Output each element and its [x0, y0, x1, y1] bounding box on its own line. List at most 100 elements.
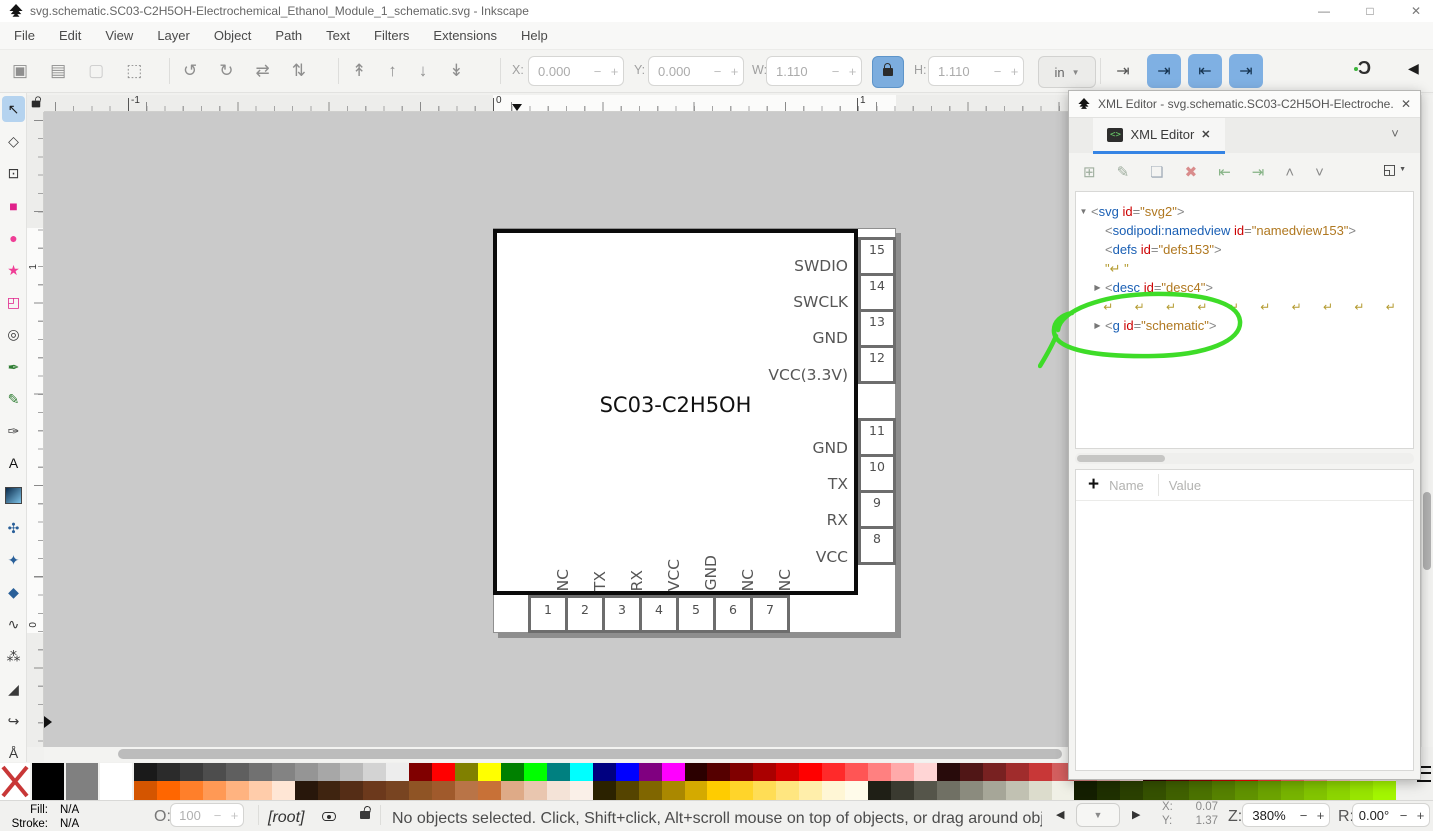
- menu-view[interactable]: View: [93, 28, 145, 43]
- palette-swatch[interactable]: [66, 763, 98, 800]
- palette-swatch[interactable]: [100, 763, 132, 800]
- palette-swatch[interactable]: [134, 763, 157, 781]
- palette-swatch[interactable]: [478, 763, 501, 781]
- spiral-tool[interactable]: ◎: [2, 321, 25, 347]
- rectangle-tool[interactable]: ■: [2, 193, 25, 219]
- rotate-ccw-icon[interactable]: ↺: [183, 61, 197, 81]
- pin-box-15[interactable]: 15: [858, 237, 896, 276]
- menu-object[interactable]: Object: [202, 28, 264, 43]
- palette-swatch[interactable]: [730, 763, 753, 781]
- palette-swatch[interactable]: [134, 781, 157, 800]
- palette-swatch[interactable]: [272, 781, 295, 800]
- delete-node-icon[interactable]: ✖: [1185, 163, 1198, 181]
- palette-swatch[interactable]: [318, 781, 341, 800]
- xml-tree-row[interactable]: ▶<g id="schematic">: [1076, 316, 1413, 335]
- palette-swatch[interactable]: [776, 781, 799, 800]
- width-field[interactable]: 1.110 − +: [766, 56, 862, 86]
- palette-swatch[interactable]: [432, 763, 455, 781]
- palette-swatch[interactable]: [593, 763, 616, 781]
- plus-stepper[interactable]: +: [844, 64, 861, 79]
- palette-swatch[interactable]: [295, 781, 318, 800]
- palette-swatch[interactable]: [203, 763, 226, 781]
- xml-editor-panel[interactable]: XML Editor - svg.schematic.SC03-C2H5OH-E…: [1068, 90, 1421, 780]
- lower-to-bottom-icon[interactable]: ↡: [449, 61, 463, 81]
- palette-swatch[interactable]: [455, 781, 478, 800]
- new-text-node-icon[interactable]: ✎: [1117, 163, 1130, 181]
- pin-box-13[interactable]: 13: [858, 309, 896, 348]
- ruler-corner[interactable]: [27, 95, 44, 112]
- expander-icon[interactable]: ▶: [1090, 321, 1105, 330]
- xml-tree-row[interactable]: ▶<desc id="desc4">: [1076, 278, 1413, 297]
- palette-swatch[interactable]: [157, 781, 180, 800]
- xml-tree-row[interactable]: <defs id="defs153">: [1076, 240, 1413, 259]
- gradient-tool[interactable]: [2, 482, 25, 508]
- palette-swatch[interactable]: [1281, 781, 1304, 800]
- y-field-value[interactable]: 0.000: [649, 64, 709, 79]
- palette-swatch[interactable]: [501, 781, 524, 800]
- palette-swatch[interactable]: [1350, 781, 1373, 800]
- xml-tree-row[interactable]: ▼<svg id="svg2">: [1076, 202, 1413, 221]
- eraser-tool[interactable]: ◢: [2, 676, 25, 702]
- pin-box-8[interactable]: 8: [858, 526, 896, 565]
- pin-box-6[interactable]: 6: [713, 595, 753, 633]
- palette-swatch[interactable]: [180, 781, 203, 800]
- palette-swatch[interactable]: [593, 781, 616, 800]
- xml-tree-row[interactable]: "↵ ↵ ↵ ↵ ↵ ↵ ↵ ↵ ↵ ↵ ↵ ↵ ↵ ↵ ↵ ↵ ↵: [1076, 297, 1413, 316]
- pen-tool[interactable]: ✒: [2, 354, 25, 380]
- unit-dropdown[interactable]: in ▼: [1038, 56, 1096, 88]
- pin-box-14[interactable]: 14: [858, 273, 896, 312]
- add-attribute-button[interactable]: +: [1076, 474, 1109, 496]
- palette-swatch[interactable]: [937, 781, 960, 800]
- close-icon[interactable]: ✕: [1401, 97, 1411, 111]
- minus-stepper[interactable]: −: [209, 808, 226, 823]
- canvas-horizontal-scrollbar-thumb[interactable]: [118, 749, 1062, 759]
- calligraphy-tool[interactable]: ✑: [2, 418, 25, 444]
- palette-swatch[interactable]: [1373, 781, 1396, 800]
- palette-swatch[interactable]: [1304, 781, 1327, 800]
- palette-swatch[interactable]: [409, 763, 432, 781]
- palette-swatch[interactable]: [753, 763, 776, 781]
- palette-swatch[interactable]: [616, 763, 639, 781]
- palette-swatch[interactable]: [822, 763, 845, 781]
- x-field-value[interactable]: 0.000: [529, 64, 589, 79]
- palette-swatch[interactable]: [524, 763, 547, 781]
- star-tool[interactable]: ★: [2, 257, 25, 283]
- palette-swatch[interactable]: [707, 781, 730, 800]
- minus-stepper[interactable]: −: [827, 64, 844, 79]
- plus-stepper[interactable]: +: [1312, 808, 1329, 823]
- close-button[interactable]: ✕: [1396, 0, 1433, 22]
- palette-swatch[interactable]: [1189, 781, 1212, 800]
- palette-swatch[interactable]: [914, 763, 937, 781]
- pin-box-3[interactable]: 3: [602, 595, 642, 633]
- rotation-value[interactable]: 0.00°: [1353, 808, 1395, 823]
- select-all-icon[interactable]: ▣: [12, 61, 28, 81]
- close-tab-icon[interactable]: ✕: [1201, 128, 1210, 141]
- palette-swatch[interactable]: [1029, 763, 1052, 781]
- palette-swatch[interactable]: [386, 763, 409, 781]
- palette-swatch[interactable]: [707, 763, 730, 781]
- palette-swatch[interactable]: [547, 781, 570, 800]
- flip-vertical-icon[interactable]: ⇅: [292, 61, 306, 81]
- dropper-tool[interactable]: ✦: [2, 547, 25, 573]
- palette-swatch[interactable]: [455, 763, 478, 781]
- prev-keyframe-icon[interactable]: ◀: [1056, 808, 1064, 821]
- selector-tool[interactable]: ↖: [2, 96, 25, 122]
- palette-swatch[interactable]: [570, 781, 593, 800]
- indent-node-icon[interactable]: ⇥: [1252, 163, 1265, 181]
- palette-swatch[interactable]: [1258, 781, 1281, 800]
- palette-swatch[interactable]: [180, 763, 203, 781]
- minus-stepper[interactable]: −: [989, 64, 1006, 79]
- palette-swatch[interactable]: [1143, 781, 1166, 800]
- node-tool[interactable]: ◇: [2, 128, 25, 154]
- tab-xml-editor[interactable]: <> XML Editor ✕: [1093, 118, 1225, 154]
- plus-stepper[interactable]: +: [1412, 808, 1429, 823]
- palette-swatch[interactable]: [799, 763, 822, 781]
- menu-path[interactable]: Path: [263, 28, 314, 43]
- pin-box-12[interactable]: 12: [858, 345, 896, 384]
- palette-swatch[interactable]: [1097, 781, 1120, 800]
- menu-layer[interactable]: Layer: [145, 28, 202, 43]
- maximize-button[interactable]: □: [1350, 0, 1390, 22]
- palette-swatch[interactable]: [868, 781, 891, 800]
- spray-tool[interactable]: ⁂: [2, 643, 25, 669]
- palette-swatch[interactable]: [1235, 781, 1258, 800]
